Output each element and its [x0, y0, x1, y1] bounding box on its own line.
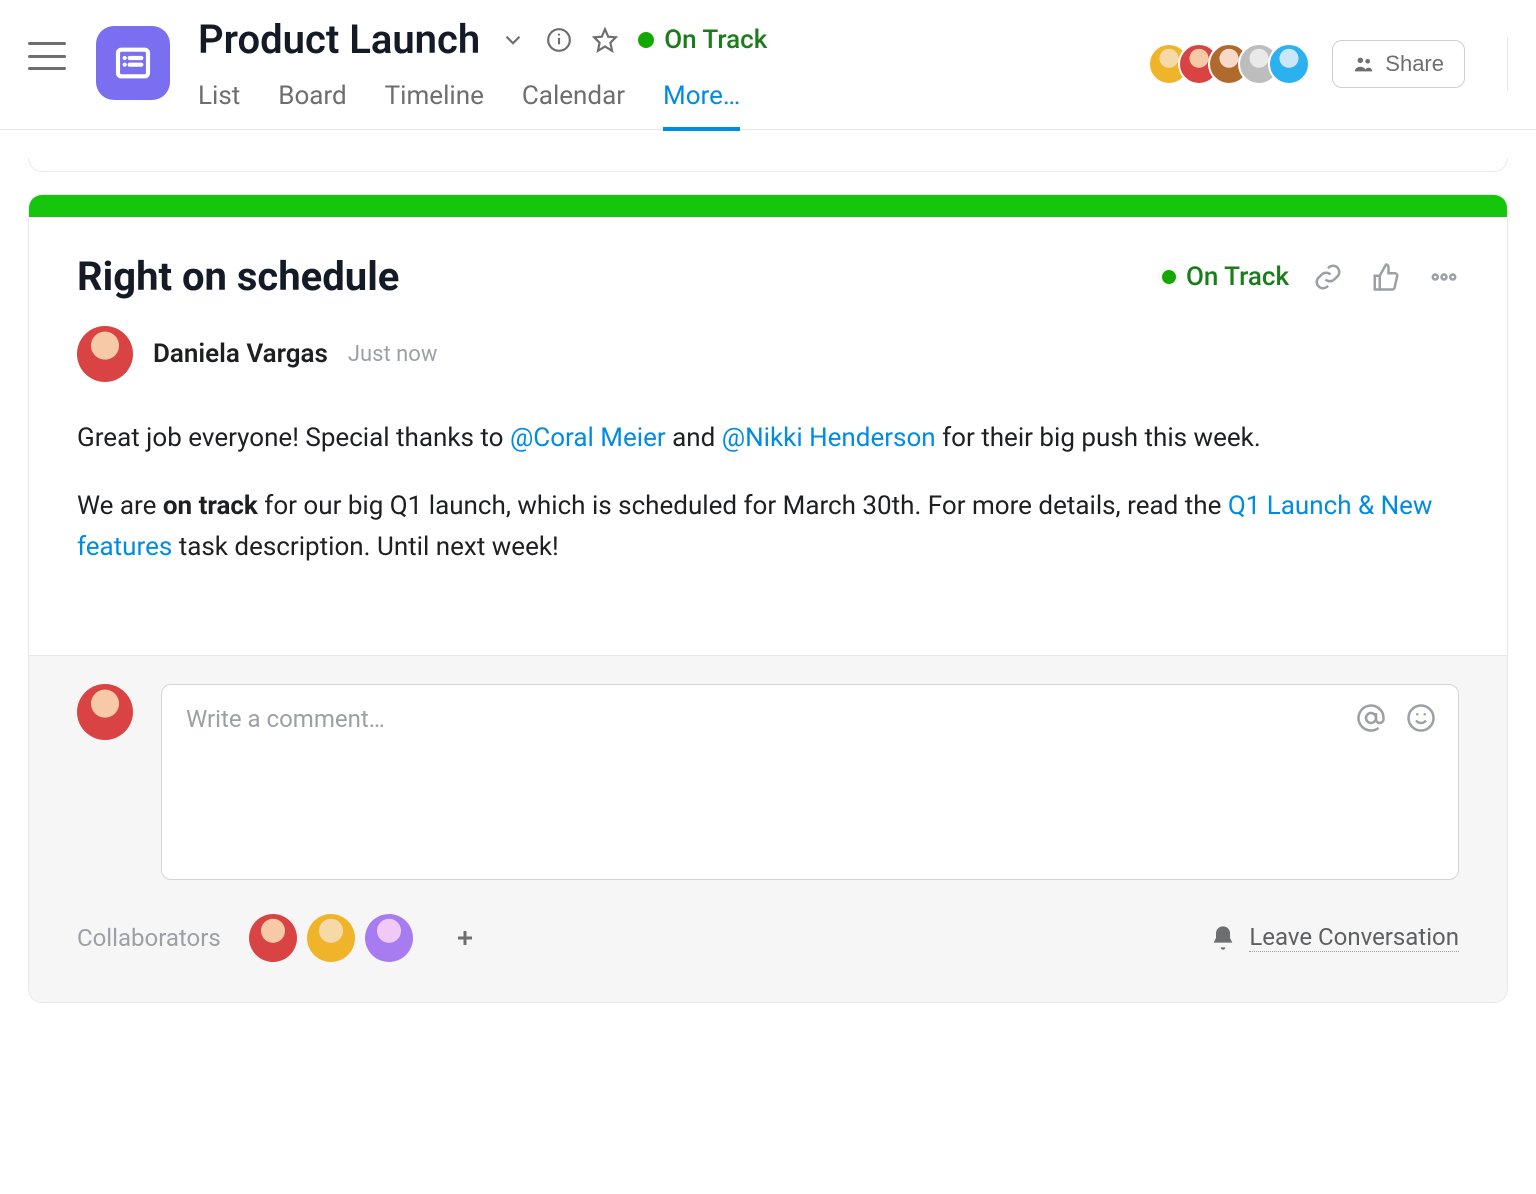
status-dot-icon [638, 32, 654, 48]
content-area: Right on schedule On Track [0, 130, 1536, 1031]
timestamp: Just now [348, 342, 438, 367]
comment-section: Collaborators Leave Conversation [29, 655, 1507, 1002]
status-title: Right on schedule [77, 253, 1162, 300]
previous-card-edge [28, 158, 1508, 172]
body-text: for their big push this week. [936, 423, 1261, 453]
project-tabs: List Board Timeline Calendar More… [198, 81, 1148, 131]
avatar[interactable] [249, 914, 297, 962]
body-text: We are [77, 491, 163, 521]
project-status-text: On Track [664, 25, 767, 55]
avatar[interactable] [1268, 43, 1310, 85]
body-text: and [666, 423, 722, 453]
add-collaborator-button[interactable] [441, 914, 489, 962]
project-title: Product Launch [198, 16, 480, 63]
avatar[interactable] [365, 914, 413, 962]
project-status[interactable]: On Track [638, 25, 767, 55]
share-label: Share [1385, 51, 1444, 77]
author-name[interactable]: Daniela Vargas [153, 339, 328, 369]
tab-calendar[interactable]: Calendar [522, 81, 625, 131]
at-mention-icon[interactable] [1356, 703, 1386, 733]
body-bold: on track [163, 491, 258, 521]
tab-more[interactable]: More… [663, 81, 740, 131]
people-icon [1353, 53, 1375, 75]
status-stripe [29, 195, 1507, 217]
emoji-icon[interactable] [1406, 703, 1436, 733]
header-right: Share [1148, 38, 1508, 90]
tab-timeline[interactable]: Timeline [385, 81, 484, 131]
more-icon[interactable] [1429, 262, 1459, 292]
mention-coral[interactable]: @Coral Meier [510, 423, 666, 453]
project-header: Product Launch On Track List Board Timel… [0, 0, 1536, 130]
body-text: for our big Q1 launch, which is schedule… [258, 491, 1228, 521]
status-update-card: Right on schedule On Track [28, 194, 1508, 1003]
leave-conversation-label: Leave Conversation [1249, 923, 1459, 952]
tab-board[interactable]: Board [278, 81, 346, 131]
header-main: Product Launch On Track List Board Timel… [198, 16, 1148, 131]
menu-icon[interactable] [28, 42, 66, 70]
avatar[interactable] [307, 914, 355, 962]
tab-list[interactable]: List [198, 81, 240, 131]
comment-box[interactable] [161, 684, 1459, 880]
body-text: task description. Until next week! [172, 532, 558, 562]
member-avatars[interactable] [1148, 43, 1310, 85]
bell-icon [1209, 924, 1237, 952]
status-body: Great job everyone! Special thanks to @C… [77, 418, 1459, 567]
share-button[interactable]: Share [1332, 40, 1465, 88]
author-avatar[interactable] [77, 326, 133, 382]
project-icon[interactable] [96, 26, 170, 100]
star-icon[interactable] [592, 27, 618, 53]
info-icon[interactable] [546, 27, 572, 53]
link-icon[interactable] [1313, 262, 1343, 292]
mention-nikki[interactable]: @Nikki Henderson [722, 423, 936, 453]
collaborators-label: Collaborators [77, 924, 221, 952]
collaborator-avatars [249, 914, 413, 962]
divider [1507, 38, 1508, 90]
leave-conversation-button[interactable]: Leave Conversation [1209, 923, 1459, 952]
comment-input[interactable] [186, 705, 1324, 855]
body-text: Great job everyone! Special thanks to [77, 423, 510, 453]
thumbs-up-icon[interactable] [1371, 262, 1401, 292]
current-user-avatar[interactable] [77, 684, 133, 740]
status-dot-icon [1162, 270, 1176, 284]
chevron-down-icon[interactable] [500, 27, 526, 53]
status-badge-text: On Track [1186, 262, 1289, 292]
author-byline: Daniela Vargas Just now [77, 326, 1459, 382]
status-badge[interactable]: On Track [1162, 262, 1289, 292]
